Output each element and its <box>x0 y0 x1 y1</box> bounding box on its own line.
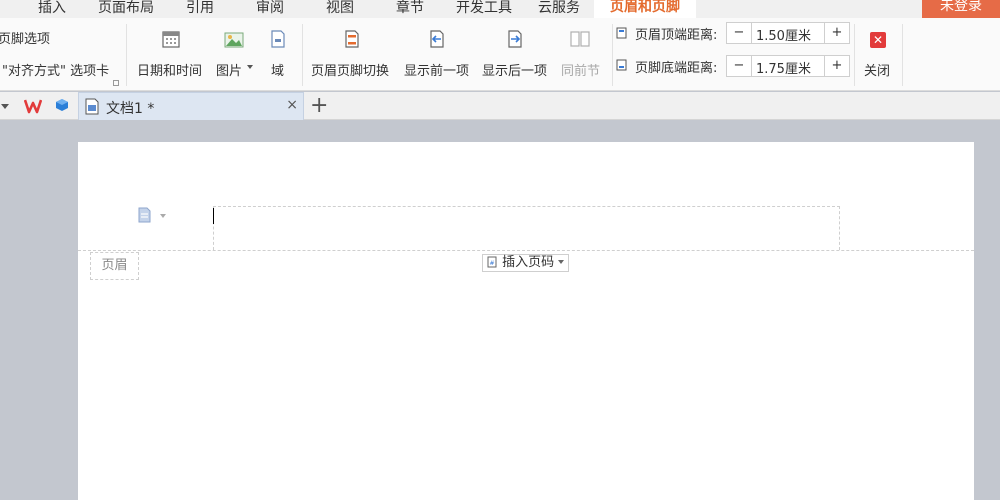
header-tag: 页眉 <box>90 252 139 280</box>
tab-document-1[interactable]: 文档1 * × <box>78 92 304 120</box>
close-tab-icon[interactable]: × <box>286 97 298 113</box>
footer-options-button[interactable]: 页脚选项 <box>0 28 50 47</box>
previous-icon <box>430 30 444 48</box>
page-number-icon: # <box>487 256 497 268</box>
document-page[interactable]: 页眉 # 插入页码 <box>78 142 974 500</box>
svg-text:#: # <box>490 260 495 267</box>
tab-developer[interactable]: 开发工具 <box>456 0 512 17</box>
same-as-previous-label: 同前节 <box>561 64 601 79</box>
picture-icon <box>224 32 244 48</box>
footer-bottom-distance-value[interactable]: 1.75厘米 <box>756 58 811 77</box>
document-tab-bar: 文档1 * × + <box>0 92 1000 120</box>
header-boundary-line <box>78 250 974 251</box>
header-edit-area[interactable] <box>213 206 840 250</box>
separator <box>126 24 127 86</box>
chevron-down-icon <box>247 65 253 69</box>
switch-icon <box>345 30 359 48</box>
header-distance-icon <box>616 27 627 39</box>
header-top-distance-spinner[interactable]: − 1.50厘米 + <box>726 22 850 44</box>
document-icon <box>85 98 99 115</box>
tab-view[interactable]: 视图 <box>326 0 354 17</box>
calendar-icon <box>162 31 180 48</box>
picture-label: 图片 <box>216 64 243 79</box>
date-time-label: 日期和时间 <box>137 64 203 79</box>
close-icon: ✕ <box>870 32 886 48</box>
decrease-button[interactable]: − <box>727 23 752 43</box>
ribbon: 页脚选项 "对齐方式" 选项卡 日期和时间 图片 域 页眉页脚切换 显示前一项 … <box>0 18 1000 91</box>
chevron-down-icon <box>160 214 166 218</box>
increase-button[interactable]: + <box>824 56 849 76</box>
caret-down-icon[interactable] <box>1 104 9 109</box>
dialog-launcher-icon[interactable] <box>113 80 119 86</box>
menu-bar: 插入 页面布局 引用 审阅 视图 章节 开发工具 云服务 页眉和页脚 未登录 <box>0 0 1000 18</box>
separator <box>902 24 903 86</box>
switch-label: 页眉页脚切换 <box>311 64 390 79</box>
cloud-doc-icon[interactable] <box>55 98 69 112</box>
tab-cloud[interactable]: 云服务 <box>538 0 580 17</box>
next-label: 显示后一项 <box>482 64 548 79</box>
decrease-button[interactable]: − <box>727 56 752 76</box>
align-tab-button[interactable]: "对齐方式" 选项卡 <box>2 60 109 79</box>
tab-insert[interactable]: 插入 <box>38 0 66 17</box>
tab-header-footer[interactable]: 页眉和页脚 <box>594 0 696 18</box>
tab-references[interactable]: 引用 <box>186 0 214 17</box>
document-tab-title: 文档1 * <box>106 101 155 117</box>
tab-chapter[interactable]: 章节 <box>396 0 424 17</box>
tab-review[interactable]: 审阅 <box>256 0 284 17</box>
increase-button[interactable]: + <box>824 23 849 43</box>
footer-distance-icon <box>616 59 627 71</box>
wps-logo-icon[interactable] <box>24 98 42 114</box>
footer-bottom-distance-spinner[interactable]: − 1.75厘米 + <box>726 55 850 77</box>
login-button[interactable]: 未登录 <box>922 0 1000 18</box>
link-previous-icon <box>570 31 590 47</box>
separator <box>612 24 613 86</box>
separator <box>302 24 303 86</box>
close-label: 关闭 <box>864 64 891 79</box>
separator <box>854 24 855 86</box>
chevron-down-icon <box>558 260 565 264</box>
insert-page-number-button[interactable]: # 插入页码 <box>482 254 570 272</box>
next-icon <box>508 30 522 48</box>
new-tab-button[interactable]: + <box>310 92 328 120</box>
tab-page-layout[interactable]: 页面布局 <box>98 0 154 17</box>
previous-label: 显示前一项 <box>404 64 470 79</box>
insert-page-number-label: 插入页码 <box>502 255 555 270</box>
page-options-icon <box>138 207 151 223</box>
field-label: 域 <box>271 64 285 79</box>
field-icon <box>271 30 285 48</box>
text-cursor <box>213 208 214 224</box>
header-top-distance-label: 页眉顶端距离: <box>635 28 718 43</box>
footer-bottom-distance-label: 页脚底端距离: <box>635 61 718 76</box>
header-top-distance-value[interactable]: 1.50厘米 <box>756 25 811 44</box>
